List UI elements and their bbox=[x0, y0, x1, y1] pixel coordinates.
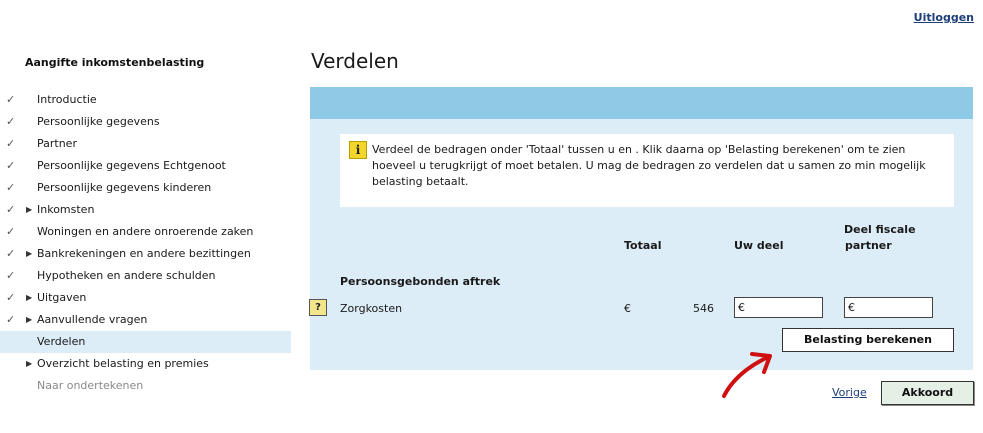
expand-arrow-icon[interactable]: ▶ bbox=[26, 353, 32, 375]
sidebar-item-introductie[interactable]: ✓ Introductie bbox=[0, 89, 291, 111]
annotation-arrow-icon bbox=[722, 352, 772, 398]
previous-link[interactable]: Vorige bbox=[832, 386, 867, 399]
expand-arrow-icon[interactable]: ▶ bbox=[26, 243, 32, 265]
sidebar-item-gegevens-kinderen[interactable]: ✓ Persoonlijke gegevens kinderen bbox=[0, 177, 291, 199]
column-header-total: Totaal bbox=[624, 239, 662, 252]
sidebar-item-verdelen[interactable]: Verdelen bbox=[0, 331, 291, 353]
info-box: i Verdeel de bedragen onder 'Totaal' tus… bbox=[340, 134, 954, 207]
info-icon: i bbox=[349, 141, 367, 159]
partner-share-input[interactable]: € bbox=[844, 297, 933, 318]
column-header-own-share: Uw deel bbox=[734, 239, 784, 252]
sidebar-item-overzicht[interactable]: ▶ Overzicht belasting en premies bbox=[0, 353, 291, 375]
check-icon: ✓ bbox=[6, 203, 16, 216]
column-header-partner-line2: partner bbox=[845, 239, 892, 252]
row-label-zorgkosten: Zorgkosten bbox=[340, 302, 403, 315]
section-label: Persoonsgebonden aftrek bbox=[340, 275, 501, 288]
sidebar-title: Aangifte inkomstenbelasting bbox=[25, 56, 205, 69]
total-value: 546 bbox=[693, 302, 714, 315]
sidebar-item-hypotheken[interactable]: ✓ Hypotheken en andere schulden bbox=[0, 265, 291, 287]
check-icon: ✓ bbox=[6, 313, 16, 326]
sidebar-item-gegevens-echtgenoot[interactable]: ✓ Persoonlijke gegevens Echtgenoot bbox=[0, 155, 291, 177]
check-icon: ✓ bbox=[6, 181, 16, 194]
sidebar-item-inkomsten[interactable]: ✓ ▶ Inkomsten bbox=[0, 199, 291, 221]
check-icon: ✓ bbox=[6, 225, 16, 238]
sidebar-item-bankrekeningen[interactable]: ✓ ▶ Bankrekeningen en andere bezittingen bbox=[0, 243, 291, 265]
sidebar-item-ondertekenen: Naar ondertekenen bbox=[37, 379, 144, 392]
sidebar-item-persoonlijke-gegevens[interactable]: ✓ Persoonlijke gegevens bbox=[0, 111, 291, 133]
sidebar-item-aanvullende-vragen[interactable]: ✓ ▶ Aanvullende vragen bbox=[0, 309, 291, 331]
help-button[interactable]: ? bbox=[309, 299, 327, 316]
check-icon: ✓ bbox=[6, 247, 16, 260]
own-share-input[interactable]: € bbox=[734, 297, 823, 318]
calculate-tax-button[interactable]: Belasting berekenen bbox=[782, 328, 954, 352]
expand-arrow-icon[interactable]: ▶ bbox=[26, 199, 32, 221]
accept-button[interactable]: Akkoord bbox=[881, 381, 974, 405]
sidebar-item-uitgaven[interactable]: ✓ ▶ Uitgaven bbox=[0, 287, 291, 309]
check-icon: ✓ bbox=[6, 159, 16, 172]
logout-link[interactable]: Uitloggen bbox=[914, 11, 974, 24]
check-icon: ✓ bbox=[6, 269, 16, 282]
sidebar-nav: ✓ Introductie ✓ Persoonlijke gegevens ✓ Par… bbox=[0, 89, 291, 397]
panel-header bbox=[310, 87, 973, 119]
info-text: Verdeel de bedragen onder 'Totaal' tusse… bbox=[372, 143, 926, 188]
check-icon: ✓ bbox=[6, 115, 16, 128]
expand-arrow-icon[interactable]: ▶ bbox=[26, 287, 32, 309]
check-icon: ✓ bbox=[6, 137, 16, 150]
check-icon: ✓ bbox=[6, 291, 16, 304]
currency-symbol: € bbox=[624, 302, 631, 315]
sidebar-item-woningen[interactable]: ✓ Woningen en andere onroerende zaken bbox=[0, 221, 291, 243]
column-header-partner-share: Deel fiscale partner bbox=[844, 222, 916, 254]
page-title: Verdelen bbox=[311, 49, 399, 73]
column-header-partner-line1: Deel fiscale bbox=[844, 223, 916, 236]
expand-arrow-icon[interactable]: ▶ bbox=[26, 309, 32, 331]
sidebar: Aangifte inkomstenbelasting ✓ Introductie… bbox=[0, 0, 291, 433]
sidebar-item-partner[interactable]: ✓ Partner bbox=[0, 133, 291, 155]
check-icon: ✓ bbox=[6, 93, 16, 106]
